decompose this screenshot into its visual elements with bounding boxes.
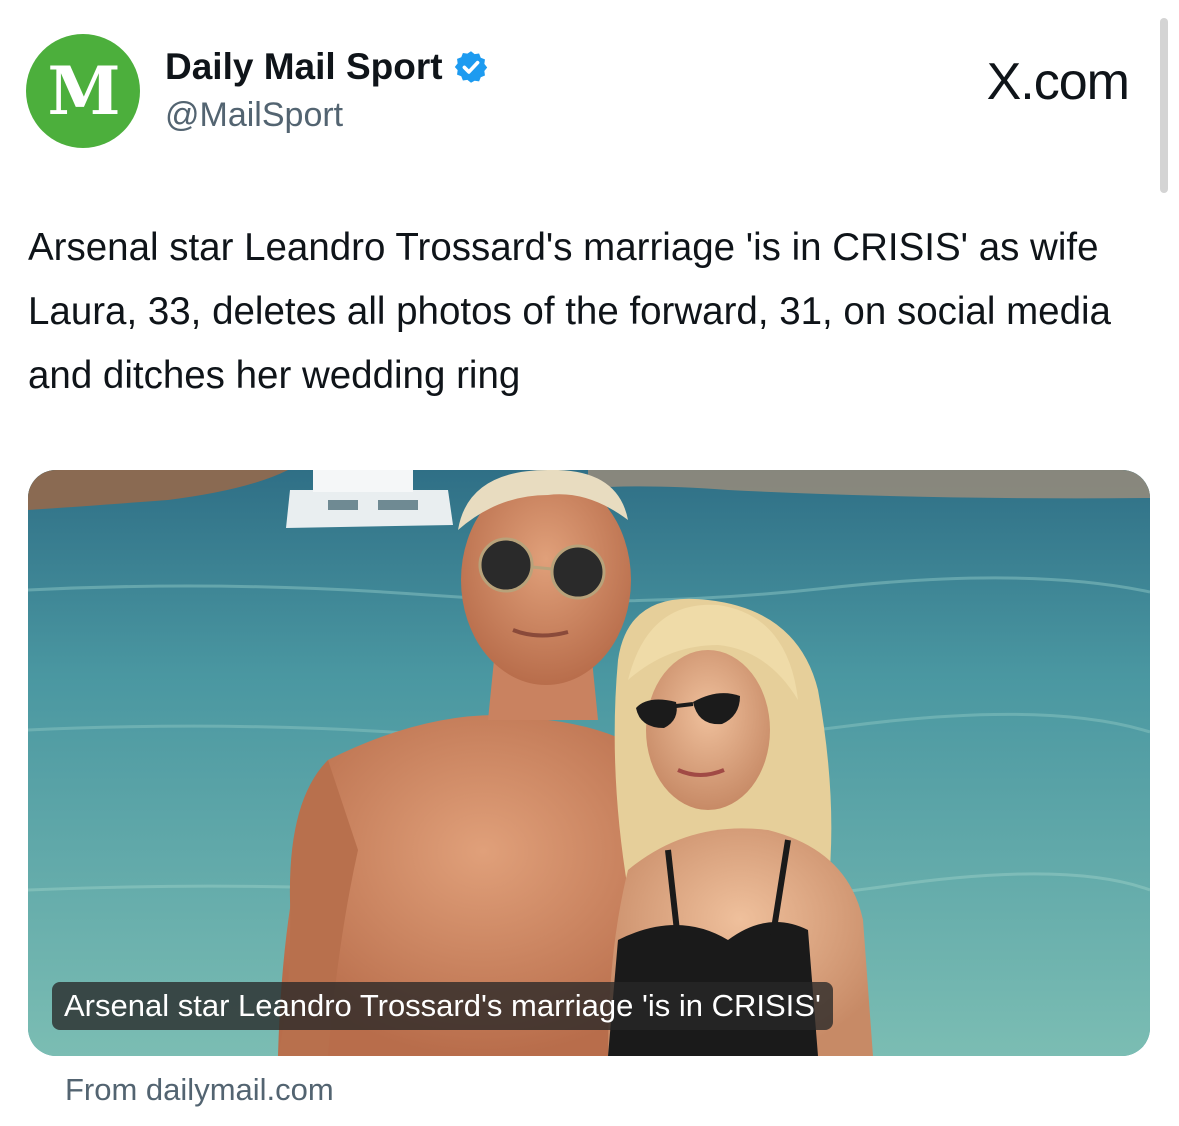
author-display-name[interactable]: Daily Mail Sport [165, 44, 443, 90]
card-caption: Arsenal star Leandro Trossard's marriage… [52, 982, 833, 1030]
verified-badge-icon [454, 51, 487, 83]
scrollbar[interactable] [1160, 18, 1168, 193]
tweet-text: Arsenal star Leandro Trossard's marriage… [28, 226, 1111, 397]
author-handle[interactable]: @MailSport [165, 94, 343, 136]
x-brand-label: X.com [986, 53, 1130, 111]
link-card-image[interactable]: Arsenal star Leandro Trossard's marriage… [28, 470, 1150, 1056]
tweet-screenshot: M Daily Mail Sport @MailSport X.com Arse… [0, 0, 1179, 1126]
beach-photo [28, 470, 1150, 1056]
card-source-link[interactable]: From dailymail.com [65, 1068, 334, 1112]
avatar[interactable]: M [26, 34, 140, 148]
author-name-row: Daily Mail Sport [165, 44, 489, 90]
daily-mail-logo-icon: M [47, 52, 120, 130]
